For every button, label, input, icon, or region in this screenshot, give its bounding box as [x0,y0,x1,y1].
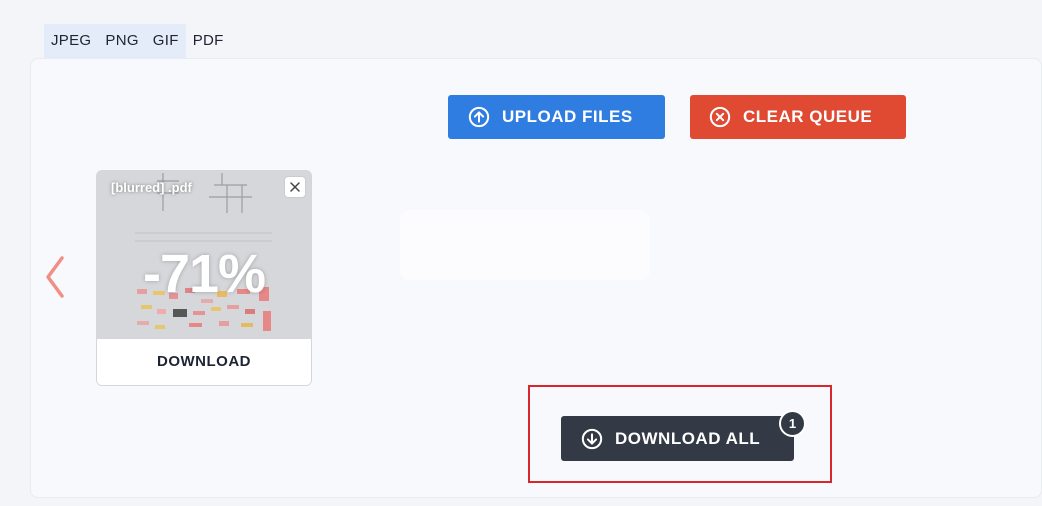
arrow-up-circle-icon [468,106,490,128]
download-all-button[interactable]: DOWNLOAD ALL [561,416,794,461]
file-name: [blurred] .pdf [111,180,192,195]
arrow-down-circle-icon [581,428,603,449]
clear-queue-label: CLEAR QUEUE [743,107,873,126]
drop-hint-ghost [400,210,650,280]
upload-files-button[interactable]: UPLOAD FILES [448,95,665,139]
x-circle-icon [709,106,731,128]
download-file-button[interactable]: DOWNLOAD [97,339,311,385]
format-tabs: JPEG PNG GIF PDF [44,24,231,58]
download-all-label: DOWNLOAD ALL [615,428,761,448]
file-card: [blurred] .pdf -71% DOWNLOAD [96,170,312,386]
tab-png[interactable]: PNG [98,24,146,58]
tab-pdf[interactable]: PDF [186,24,231,58]
upload-files-label: UPLOAD FILES [502,107,633,126]
clear-queue-button[interactable]: CLEAR QUEUE [690,95,906,139]
tab-gif[interactable]: GIF [145,24,186,58]
chevron-left-icon[interactable] [40,252,70,302]
file-count-badge: 1 [779,410,806,437]
file-thumbnail: [blurred] .pdf -71% [97,171,311,339]
compression-percent: -71% [142,244,266,304]
close-icon [290,182,300,192]
tab-jpeg[interactable]: JPEG [44,24,99,58]
remove-file-button[interactable] [284,176,306,198]
